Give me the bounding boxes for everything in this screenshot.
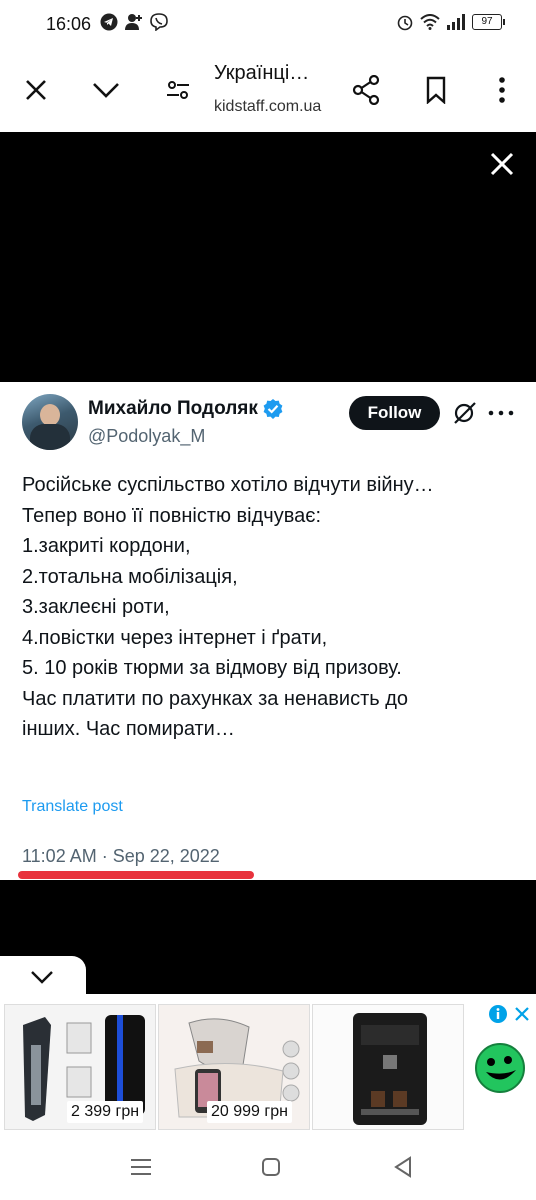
back-icon[interactable]: [388, 1152, 418, 1182]
post-line: 2.тотальна мобілізація,: [22, 565, 238, 588]
share-icon: [352, 75, 380, 105]
more-options-button[interactable]: [482, 70, 522, 110]
status-notification-icons: [100, 13, 168, 31]
telegram-icon: [100, 13, 118, 31]
ad-item-coffee-machine[interactable]: [312, 1004, 464, 1130]
status-time: 16:06: [46, 14, 92, 34]
ad-close-icon[interactable]: [512, 1004, 532, 1024]
page-settings-button[interactable]: [158, 70, 198, 110]
post-line: Російське суспільство хотіло відчути вій…: [22, 474, 434, 496]
chevron-down-icon: [31, 971, 53, 984]
coffee-machine-image: [313, 1005, 463, 1129]
translate-post-link[interactable]: Translate post: [22, 798, 123, 816]
post-text: Російське суспільство хотіло відчути вій…: [22, 470, 522, 745]
collapse-button[interactable]: [86, 70, 126, 110]
page-url[interactable]: kidstaff.com.ua: [214, 98, 321, 116]
close-overlay-icon[interactable]: [488, 150, 516, 178]
post-line: 3.заклеєні роти,: [22, 596, 170, 618]
embedded-post: Михайло Подоляк @Podolyak_M Follow Росій…: [0, 382, 536, 880]
wifi-icon: [420, 14, 440, 30]
more-vert-icon: [499, 77, 505, 103]
avatar-body-shape: [30, 424, 70, 450]
post-line: Час платити по рахунках за ненависть до: [22, 687, 408, 710]
chevron-down-icon: [93, 83, 119, 98]
ad-collapse-tab[interactable]: [0, 956, 86, 996]
bookmark-button[interactable]: [416, 70, 456, 110]
ad-price: 2 399 грн: [67, 1101, 144, 1123]
follow-button[interactable]: Follow: [349, 396, 440, 430]
home-icon[interactable]: [256, 1152, 286, 1182]
red-underline-mark: [18, 871, 254, 879]
ad-info-icon[interactable]: [488, 1004, 508, 1024]
system-nav-bar: [0, 1134, 536, 1200]
status-bar: 16:06 97: [0, 0, 536, 48]
avatar-head-shape: [40, 404, 60, 426]
share-button[interactable]: [346, 70, 386, 110]
add-person-icon: [125, 14, 142, 30]
alarm-icon: [397, 15, 413, 31]
post-line: Тепер воно її повністю відчуває:: [22, 504, 321, 527]
more-horiz-icon[interactable]: [486, 402, 516, 424]
battery-icon: 97: [472, 14, 505, 30]
browser-toolbar: Українці… kidstaff.com.ua: [0, 48, 536, 132]
post-line: 5. 10 років тюрми за відмову від призову…: [22, 657, 402, 679]
avatar[interactable]: [22, 394, 78, 450]
grok-icon[interactable]: [452, 400, 478, 426]
viber-icon: [150, 13, 168, 31]
tune-icon: [167, 81, 189, 99]
verified-badge-icon: [263, 399, 283, 419]
ad-item-epilator[interactable]: 20 999 грн: [158, 1004, 310, 1130]
author-handle[interactable]: @Podolyak_M: [88, 426, 205, 447]
post-line: 1.закриті кордони,: [22, 535, 191, 557]
status-system-icons: 97: [396, 13, 505, 31]
author-name[interactable]: Михайло Подоляк: [88, 398, 258, 420]
post-timestamp[interactable]: 11:02 AM · Sep 22, 2022: [22, 846, 220, 867]
recent-apps-icon[interactable]: [126, 1152, 156, 1182]
page-title[interactable]: Українці…: [214, 62, 309, 85]
ad-price: 20 999 грн: [207, 1101, 292, 1123]
video-overlay: [0, 132, 536, 382]
post-line: 4.повістки через інтернет і ґрати,: [22, 626, 328, 649]
ad-banner: 2 399 грн 20 999 грн: [0, 996, 536, 1134]
close-button[interactable]: [16, 70, 56, 110]
bookmark-icon: [426, 76, 446, 104]
ad-item-trimmer[interactable]: 2 399 грн: [4, 1004, 156, 1130]
smiley-logo-icon[interactable]: [474, 1042, 526, 1094]
close-icon: [26, 80, 46, 100]
signal-icon: [447, 14, 465, 30]
post-line: інших. Час помирати…: [22, 718, 235, 740]
